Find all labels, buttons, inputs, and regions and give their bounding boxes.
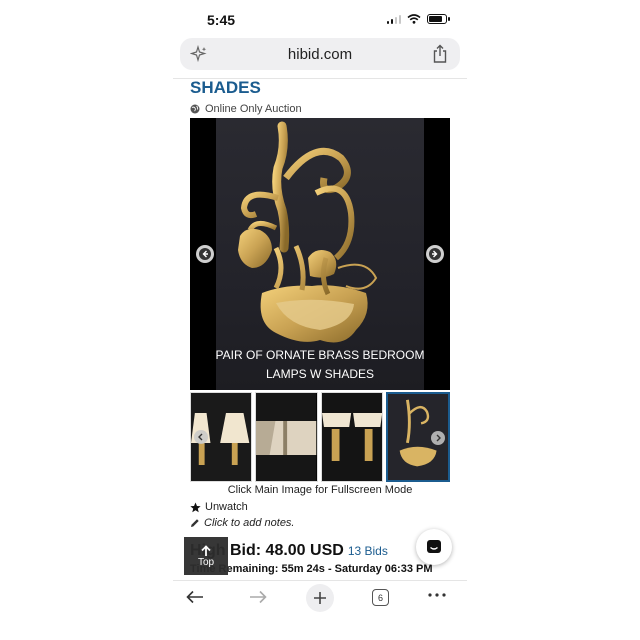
thumbnail-strip bbox=[190, 392, 450, 482]
prev-image-button[interactable] bbox=[196, 245, 214, 263]
scroll-top-button[interactable]: Top bbox=[184, 537, 228, 575]
pencil-icon bbox=[191, 519, 199, 527]
share-icon[interactable] bbox=[432, 44, 448, 64]
status-icons bbox=[386, 14, 450, 24]
lot-header: SHADES Online Only Auction bbox=[190, 78, 452, 116]
status-bar: 5:45 bbox=[175, 8, 465, 34]
new-tab-button[interactable] bbox=[306, 584, 334, 612]
next-image-button[interactable] bbox=[426, 245, 444, 263]
arrow-forward-icon bbox=[250, 590, 267, 604]
back-button[interactable] bbox=[185, 589, 205, 605]
status-time: 5:45 bbox=[207, 12, 236, 28]
thumbnail-3[interactable] bbox=[320, 392, 383, 482]
top-label[interactable]: Top bbox=[198, 557, 214, 568]
image-caption: PAIR OF ORNATE BRASS BEDROOM LAMPS W SHA… bbox=[215, 348, 425, 381]
main-image[interactable]: PAIR OF ORNATE BRASS BEDROOM LAMPS W SHA… bbox=[190, 118, 450, 390]
page-title: SHADES bbox=[190, 78, 261, 97]
browser-toolbar: 6 bbox=[173, 580, 467, 614]
wifi-icon bbox=[407, 14, 421, 24]
signal-icon bbox=[386, 14, 401, 24]
thumbnail-1[interactable] bbox=[190, 392, 253, 482]
tab-count[interactable]: 6 bbox=[372, 589, 389, 606]
url-text[interactable]: hibid.com bbox=[180, 46, 460, 63]
thumbnail-prev-button[interactable] bbox=[194, 430, 208, 444]
arrow-up-icon bbox=[201, 544, 211, 556]
plus-icon bbox=[314, 592, 326, 604]
more-icon bbox=[428, 593, 446, 597]
arrow-right-icon bbox=[429, 248, 441, 260]
battery-icon bbox=[427, 14, 450, 24]
bid-count-link[interactable]: 13 Bids bbox=[348, 544, 388, 558]
url-bar[interactable]: hibid.com bbox=[180, 38, 460, 70]
arrow-back-icon bbox=[186, 590, 203, 604]
thumbnail-image bbox=[256, 393, 317, 481]
chevron-left-icon bbox=[198, 433, 203, 441]
unwatch-label[interactable]: Unwatch bbox=[205, 501, 248, 513]
unwatch-button[interactable]: Unwatch bbox=[190, 501, 248, 513]
thumbnail-2[interactable] bbox=[255, 392, 318, 482]
chat-button[interactable] bbox=[416, 529, 452, 565]
chevron-right-icon bbox=[436, 434, 441, 442]
auction-type-label: Online Only Auction bbox=[205, 103, 302, 115]
star-icon bbox=[190, 501, 201, 512]
notes-label[interactable]: Click to add notes. bbox=[204, 517, 295, 529]
forward-button[interactable] bbox=[248, 589, 268, 605]
more-menu-button[interactable] bbox=[428, 593, 446, 597]
tabs-button[interactable]: 6 bbox=[372, 589, 389, 606]
add-notes-link[interactable]: Click to add notes. bbox=[190, 517, 295, 529]
thumbnail-next-button[interactable] bbox=[431, 431, 445, 445]
auction-type: Online Only Auction bbox=[190, 102, 452, 116]
fullscreen-note: Click Main Image for Fullscreen Mode bbox=[227, 484, 413, 496]
thumbnail-image bbox=[321, 393, 382, 481]
globe-icon bbox=[190, 104, 200, 114]
arrow-left-icon bbox=[199, 248, 211, 260]
chat-icon bbox=[427, 540, 441, 553]
thumbnail-4[interactable] bbox=[385, 392, 450, 482]
